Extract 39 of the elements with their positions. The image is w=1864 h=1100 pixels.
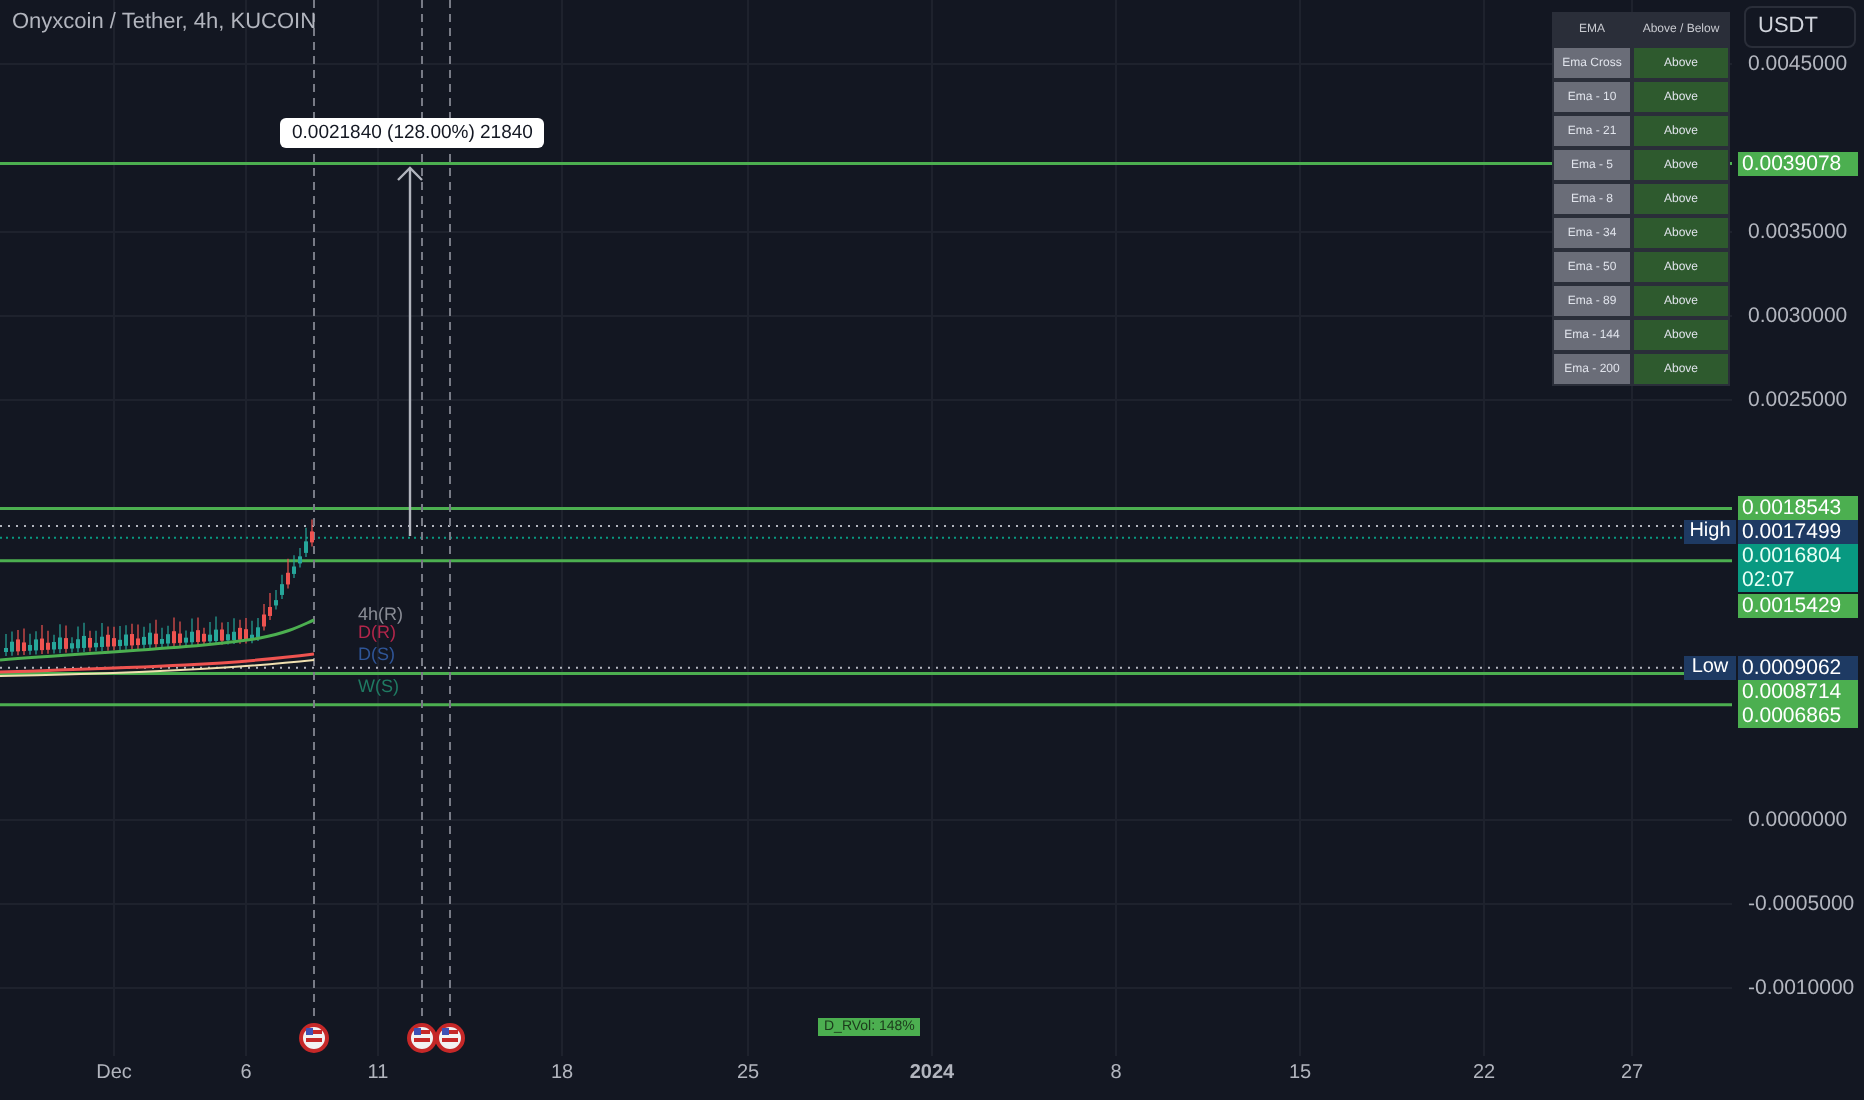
time-label: 2024	[909, 1062, 955, 1084]
chart-title: Onyxcoin / Tether, 4h, KUCOIN	[12, 10, 317, 34]
time-label: 27	[1620, 1062, 1644, 1084]
price-tick: 0.0030000	[1748, 304, 1848, 328]
arrow-icon	[397, 166, 423, 536]
price-tag: Low	[1684, 655, 1736, 680]
price-value: 0.0018543	[1742, 496, 1844, 521]
time-label: 8	[1110, 1062, 1122, 1084]
time-label: 25	[736, 1062, 760, 1084]
pivot-label: D(R)	[358, 624, 396, 642]
price-tag: High	[1684, 520, 1736, 545]
time-label: Dec	[96, 1062, 132, 1084]
time-label: 22	[1472, 1062, 1496, 1084]
time-label: 11	[367, 1062, 389, 1084]
countdown: 02:07	[1742, 568, 1797, 593]
price-tick: -0.0005000	[1748, 892, 1855, 916]
flag-icon	[299, 1023, 329, 1053]
price-tick: 0.0025000	[1748, 388, 1848, 412]
price-value: 0.0039078	[1742, 151, 1844, 176]
price-tick: 0.0045000	[1748, 52, 1848, 76]
price-tick: 0.0000000	[1748, 808, 1848, 832]
price-value: 0.0015429	[1742, 594, 1844, 619]
measure-label: 0.0021840 (128.00%) 21840	[280, 118, 545, 148]
price-value: 0.0006865	[1742, 703, 1844, 728]
pivot-label: W(S)	[358, 678, 399, 696]
price-tick: -0.0010000	[1748, 976, 1855, 1000]
pivot-label: D(S)	[358, 646, 395, 664]
currency-selector[interactable]: USDT	[1744, 6, 1856, 48]
time-label: 6	[240, 1062, 252, 1084]
price-value: 0.0016804	[1742, 544, 1844, 569]
flag-icon	[407, 1023, 437, 1053]
price-value: 0.0009062	[1742, 655, 1844, 680]
pivot-label: 4h(R)	[358, 606, 404, 624]
time-label: 18	[550, 1062, 574, 1084]
time-label: 15	[1288, 1062, 1312, 1084]
price-value: 0.0008714	[1742, 679, 1844, 704]
price-tick: 0.0035000	[1748, 220, 1848, 244]
price-value: 0.0017499	[1742, 520, 1844, 545]
flag-icon	[435, 1023, 465, 1053]
